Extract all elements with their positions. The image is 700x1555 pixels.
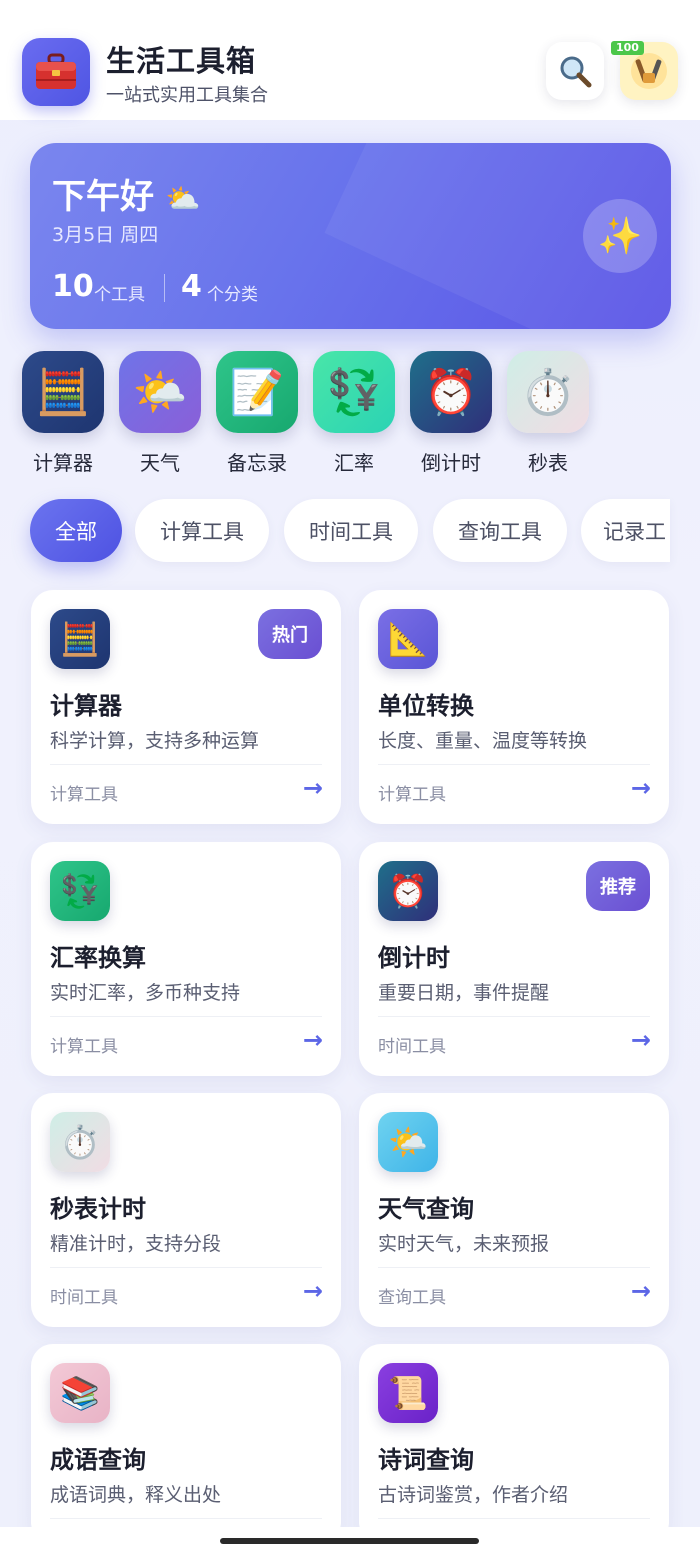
arrow-right-icon[interactable]: → [303,1277,323,1305]
weather-icon: ⛅ [165,182,201,215]
quick-tool-label: 计算器 [33,451,93,475]
hot-badge: 热门 [258,609,322,659]
card-title: 天气查询 [378,1195,474,1223]
card-category: 计算工具 [50,1037,118,1057]
card-title: 成语查询 [50,1446,146,1474]
tool-card-unit-convert[interactable]: 📐 单位转换 长度、重量、温度等转换 计算工具 → [359,590,669,824]
quick-tool-label: 备忘录 [227,451,287,475]
stopwatch-icon: ⏱️ [50,1112,110,1172]
card-title: 倒计时 [378,944,450,972]
scroll-icon: 📜 [378,1363,438,1423]
card-title: 汇率换算 [50,944,146,972]
categories-count: 4 [181,269,202,304]
recommend-badge: 推荐 [586,861,650,911]
greeting-card: 下午好 ⛅ 3月5日 周四 10 个工具 4 个分类 ✨ [30,143,671,329]
greeting-date: 3月5日 周四 [52,224,159,246]
tab-record-tools[interactable]: 记录工 [581,499,670,562]
home-indicator[interactable] [220,1538,479,1544]
tab-calc-tools[interactable]: 计算工具 [135,499,269,562]
stopwatch-icon: ⏱️ [507,351,589,433]
ruler-icon: 📐 [378,609,438,669]
categories-unit: 个分类 [207,285,258,305]
abacus-icon: 🧮 [50,609,110,669]
tool-card-calculator[interactable]: 🧮 热门 计算器 科学计算，支持多种运算 计算工具 → [31,590,341,824]
card-desc: 古诗词鉴赏，作者介绍 [378,1484,569,1506]
tab-time-tools[interactable]: 时间工具 [284,499,418,562]
quick-tool-label: 倒计时 [421,451,481,475]
currency-exchange-icon: 💱 [50,861,110,921]
card-divider [378,1016,650,1017]
alarm-clock-icon: ⏰ [378,861,438,921]
search-button[interactable] [546,42,604,100]
card-title: 诗词查询 [378,1446,474,1474]
card-desc: 实时汇率，多币种支持 [50,982,241,1004]
greeting-title: 下午好 ⛅ [52,169,201,218]
card-divider [50,1518,322,1519]
card-divider [50,1267,322,1268]
card-divider [378,1267,650,1268]
card-desc: 成语词典，释义出处 [50,1484,222,1506]
card-divider [378,764,650,765]
card-title: 计算器 [50,692,122,720]
tool-card-countdown[interactable]: ⏰ 推荐 倒计时 重要日期，事件提醒 时间工具 → [359,842,669,1076]
mini-program-badge: 100 [611,41,644,55]
search-icon [560,56,592,88]
quick-tool-memo[interactable]: 📝 备忘录 [216,351,298,476]
card-divider [378,1518,650,1519]
quick-tool-exchange[interactable]: 💱 汇率 [313,351,395,476]
app-title: 生活工具箱 [106,44,257,78]
memo-icon: 📝 [216,351,298,433]
card-title: 秒表计时 [50,1195,146,1223]
tools-unit: 个工具 [94,285,145,305]
tool-card-exchange[interactable]: 💱 汇率换算 实时汇率，多币种支持 计算工具 → [31,842,341,1076]
arrow-right-icon[interactable]: → [631,1277,651,1305]
arrow-right-icon[interactable]: → [303,774,323,802]
app-header: 生活工具箱 一站式实用工具集合 100 [0,0,700,120]
card-desc: 精准计时，支持分段 [50,1233,222,1255]
toolbox-icon [22,38,90,106]
alarm-clock-icon: ⏰ [410,351,492,433]
quick-tool-calculator[interactable]: 🧮 计算器 [22,351,104,476]
arrow-right-icon[interactable]: → [303,1026,323,1054]
card-category: 时间工具 [378,1037,446,1057]
card-category: 时间工具 [50,1288,118,1308]
app-subtitle: 一站式实用工具集合 [106,85,268,106]
card-desc: 重要日期，事件提醒 [378,982,550,1004]
card-category: 计算工具 [378,785,446,805]
quick-tool-weather[interactable]: 🌤️ 天气 [119,351,201,476]
card-category: 查询工具 [378,1288,446,1308]
currency-exchange-icon: 💱 [313,351,395,433]
quick-tool-label: 秒表 [528,451,568,475]
books-icon: 📚 [50,1363,110,1423]
tools-count: 10 [52,269,94,304]
card-desc: 科学计算，支持多种运算 [50,730,260,752]
weather-icon: 🌤️ [378,1112,438,1172]
quick-tool-stopwatch[interactable]: ⏱️ 秒表 [507,351,589,476]
card-divider [50,764,322,765]
tab-all[interactable]: 全部 [30,499,122,562]
greeting-text: 下午好 [52,177,154,217]
abacus-icon: 🧮 [22,351,104,433]
card-divider [50,1016,322,1017]
tool-card-poetry[interactable]: 📜 诗词查询 古诗词鉴赏，作者介绍 [359,1344,669,1544]
card-desc: 实时天气，未来预报 [378,1233,550,1255]
quick-tool-label: 汇率 [334,451,374,475]
arrow-right-icon[interactable]: → [631,774,651,802]
card-title: 单位转换 [378,692,474,720]
card-category: 计算工具 [50,785,118,805]
card-desc: 长度、重量、温度等转换 [378,730,588,752]
arrow-right-icon[interactable]: → [631,1026,651,1054]
stat-divider [164,274,165,302]
sparkle-icon[interactable]: ✨ [583,199,657,273]
tools-icon [631,53,667,89]
tool-card-stopwatch[interactable]: ⏱️ 秒表计时 精准计时，支持分段 时间工具 → [31,1093,341,1327]
tool-card-weather[interactable]: 🌤️ 天气查询 实时天气，未来预报 查询工具 → [359,1093,669,1327]
tab-query-tools[interactable]: 查询工具 [433,499,567,562]
quick-tool-countdown[interactable]: ⏰ 倒计时 [410,351,492,476]
quick-tool-label: 天气 [140,451,180,475]
tool-card-idiom[interactable]: 📚 成语查询 成语词典，释义出处 [31,1344,341,1544]
weather-icon: 🌤️ [119,351,201,433]
